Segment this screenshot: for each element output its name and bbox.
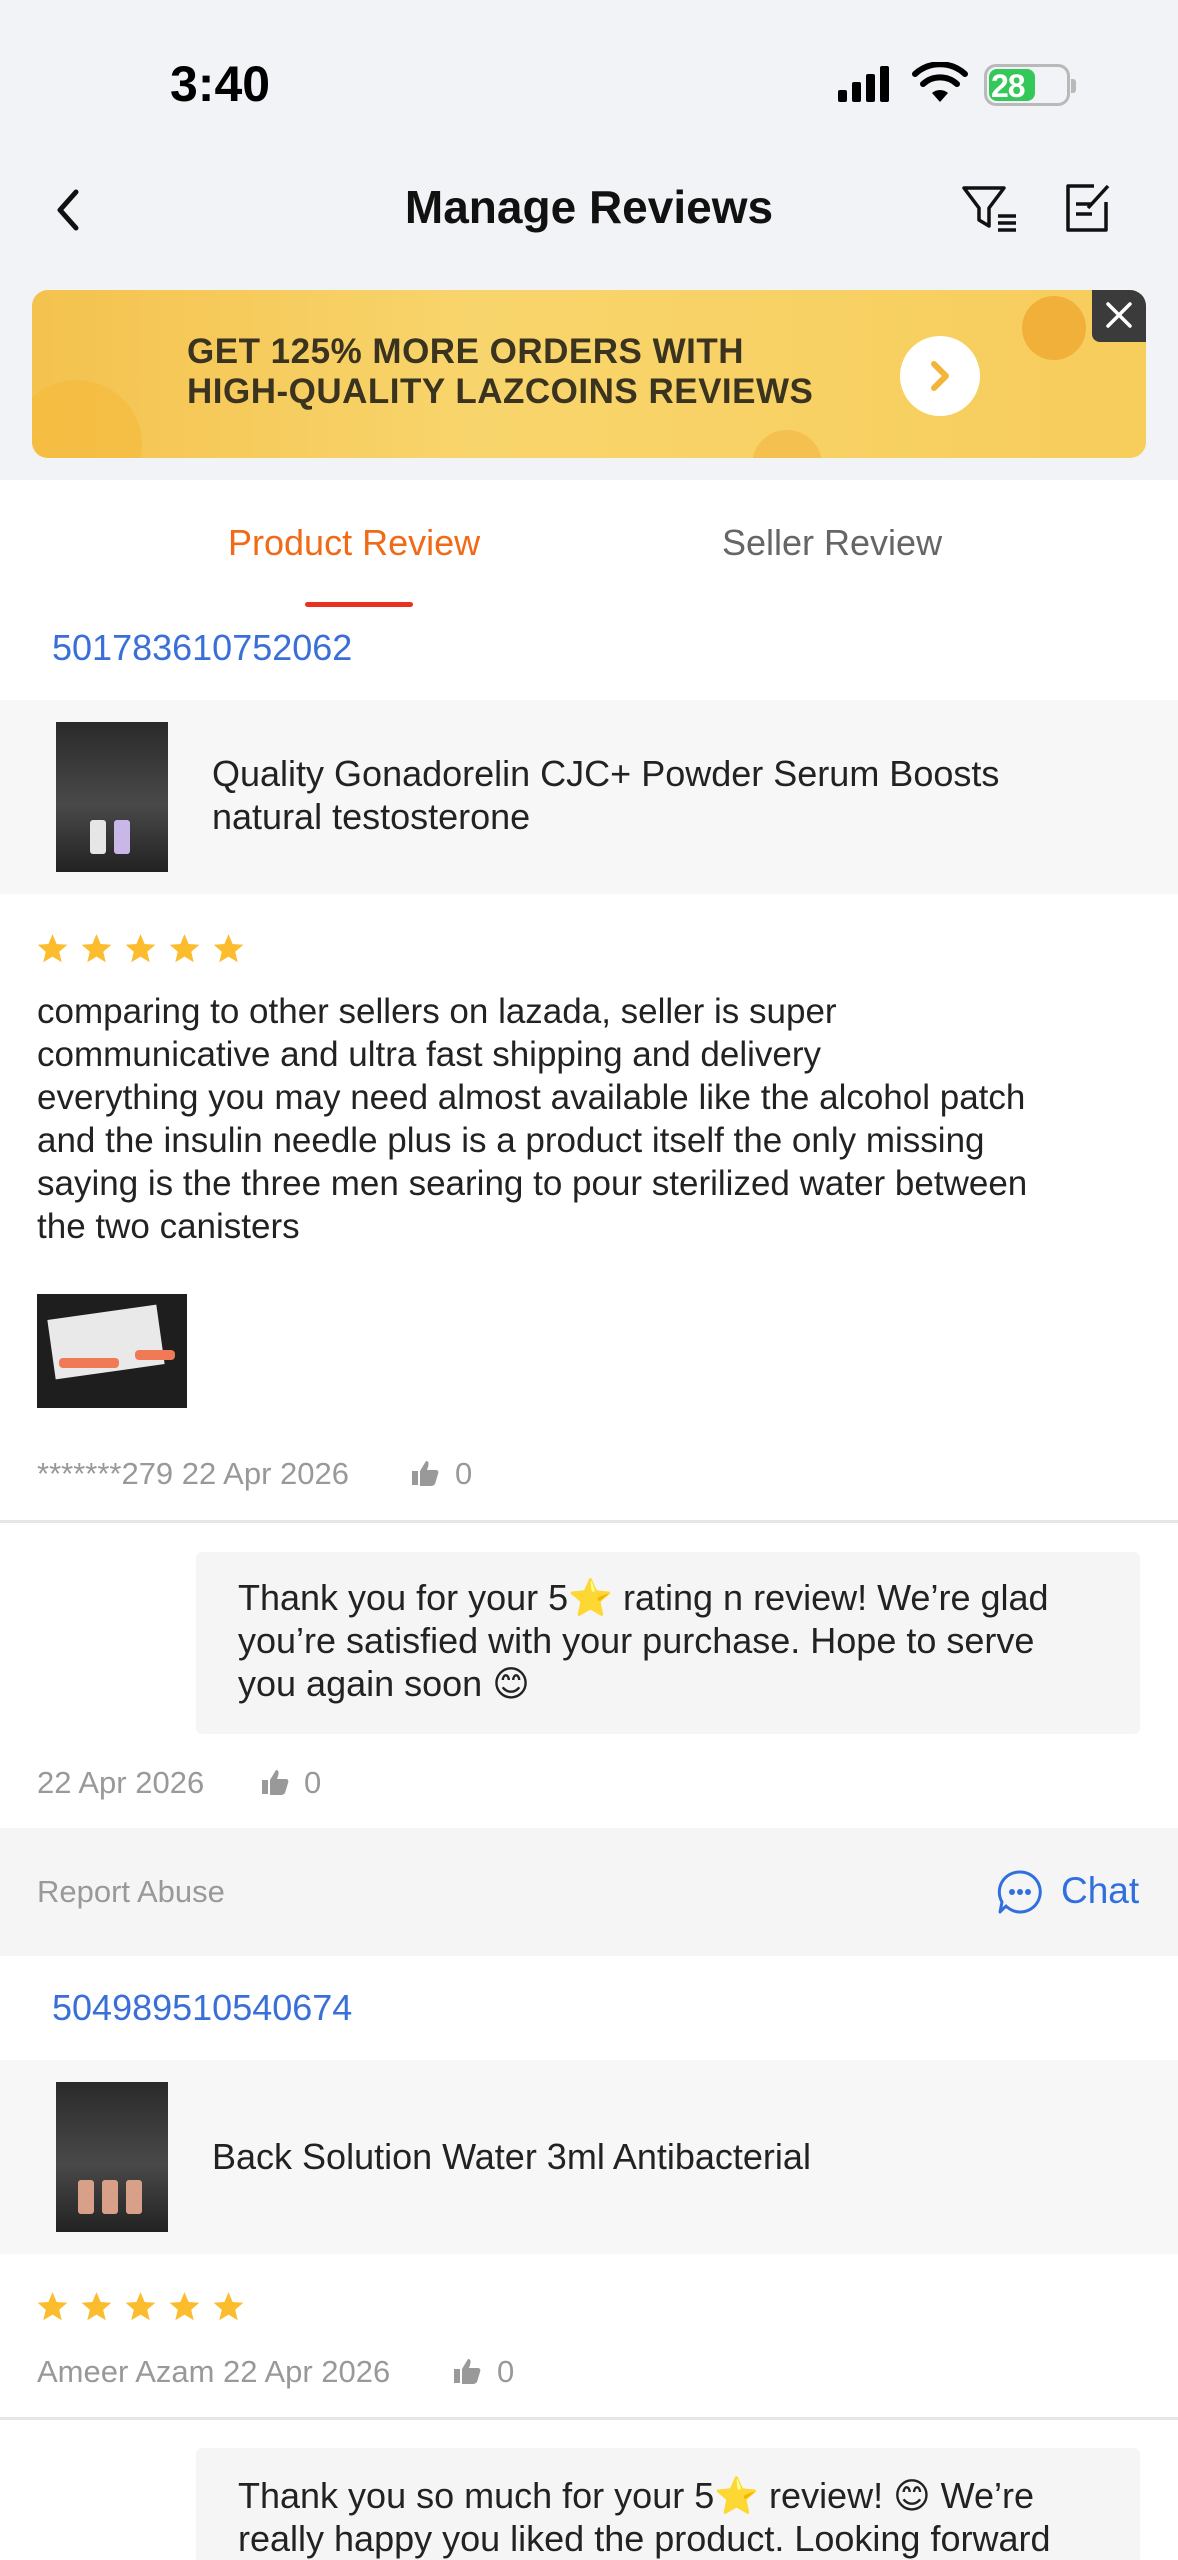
reply-text-line: Thank you for your 5⭐ rating n review! W… bbox=[238, 1577, 1049, 1618]
thumbs-up-icon[interactable] bbox=[260, 1767, 290, 1797]
edit-note-icon[interactable] bbox=[1060, 180, 1116, 236]
reply-text-line: Thank you so much for your 5⭐ review! 😊 … bbox=[238, 2475, 1034, 2516]
chat-button[interactable]: Chat bbox=[1061, 1870, 1139, 1912]
star-icon bbox=[125, 934, 156, 963]
filter-icon[interactable] bbox=[960, 180, 1020, 236]
product-row[interactable]: Quality Gonadorelin CJC+ Powder Serum Bo… bbox=[0, 700, 1178, 894]
tab-product-review[interactable]: Product Review bbox=[228, 522, 480, 564]
reply-date: 22 Apr 2026 bbox=[37, 1765, 205, 1800]
star-icon bbox=[125, 2292, 156, 2321]
star-icon bbox=[37, 934, 68, 963]
review-text-line: comparing to other sellers on lazada, se… bbox=[37, 992, 837, 1031]
reviewer-and-date: *******279 22 Apr 2026 bbox=[37, 1456, 349, 1491]
review-text-line: communicative and ultra fast shipping an… bbox=[37, 1035, 822, 1074]
wifi-icon bbox=[912, 62, 968, 102]
promo-banner[interactable]: GET 125% MORE ORDERS WITH HIGH-QUALITY L… bbox=[32, 290, 1146, 458]
order-id-link[interactable]: 504989510540674 bbox=[52, 1987, 352, 2029]
reply-text-line: you again soon 😊 bbox=[238, 1663, 530, 1704]
product-name-line-2: natural testosterone bbox=[212, 796, 531, 837]
product-thumbnail bbox=[56, 722, 168, 872]
coin-icon bbox=[1022, 296, 1086, 360]
chat-bubble-icon[interactable] bbox=[996, 1868, 1044, 1916]
product-name: Back Solution Water 3ml Antibacterial bbox=[212, 2136, 811, 2177]
thumbs-up-icon[interactable] bbox=[452, 2356, 482, 2386]
battery-level: 28 bbox=[991, 68, 1026, 104]
banner-close-button[interactable] bbox=[1092, 290, 1146, 342]
review-text-line: saying is the three men searing to pour … bbox=[37, 1164, 1028, 1203]
product-row[interactable]: Back Solution Water 3ml Antibacterial bbox=[0, 2060, 1178, 2254]
banner-headline-1: GET 125% MORE ORDERS WITH bbox=[187, 332, 745, 371]
cellular-signal-icon bbox=[838, 66, 889, 102]
review-text-line: the two canisters bbox=[37, 1207, 300, 1246]
star-icon bbox=[81, 934, 112, 963]
order-id-link[interactable]: 501783610752062 bbox=[52, 627, 352, 669]
review-text-line: and the insulin needle plus is a product… bbox=[37, 1121, 985, 1160]
review-text-line: everything you may need almost available… bbox=[37, 1078, 1026, 1117]
battery-icon: 28 bbox=[984, 64, 1076, 106]
header-area: 3:40 28 Manage Reviews GET 125% MORE ORD… bbox=[0, 0, 1178, 480]
star-rating bbox=[36, 932, 245, 965]
close-icon bbox=[1106, 302, 1132, 328]
chevron-right-icon bbox=[931, 361, 949, 391]
reply-like-count: 0 bbox=[304, 1765, 322, 1800]
like-count: 0 bbox=[455, 1456, 473, 1491]
like-count: 0 bbox=[497, 2354, 515, 2389]
star-icon bbox=[169, 934, 200, 963]
active-tab-indicator bbox=[305, 602, 413, 607]
reviewer-and-date: Ameer Azam 22 Apr 2026 bbox=[37, 2354, 391, 2389]
tab-seller-review[interactable]: Seller Review bbox=[722, 522, 942, 564]
divider bbox=[0, 2417, 1178, 2420]
report-abuse-link[interactable]: Report Abuse bbox=[37, 1874, 225, 1910]
review-text: comparing to other sellers on lazada, se… bbox=[37, 990, 1147, 1248]
product-name-line-1: Quality Gonadorelin CJC+ Powder Serum Bo… bbox=[212, 753, 1000, 794]
review-photo[interactable] bbox=[37, 1294, 187, 1408]
star-icon bbox=[37, 2292, 68, 2321]
banner-headline-2: HIGH-QUALITY LAZCOINS REVIEWS bbox=[187, 372, 814, 411]
thumbs-up-icon[interactable] bbox=[410, 1458, 440, 1488]
review-actions-bar: Report Abuse Chat bbox=[0, 1828, 1178, 1956]
star-icon bbox=[213, 2292, 244, 2321]
star-icon bbox=[213, 934, 244, 963]
star-rating bbox=[36, 2290, 245, 2323]
review-tabs: Product Review Seller Review bbox=[0, 480, 1178, 610]
status-time: 3:40 bbox=[170, 56, 271, 112]
banner-go-button[interactable] bbox=[900, 336, 980, 416]
divider bbox=[0, 1520, 1178, 1523]
seller-reply: Thank you so much for your 5⭐ review! 😊 … bbox=[196, 2448, 1140, 2560]
star-icon bbox=[169, 2292, 200, 2321]
reply-text-line: you’re satisfied with your purchase. Hop… bbox=[238, 1620, 1035, 1661]
seller-reply: Thank you for your 5⭐ rating n review! W… bbox=[196, 1552, 1140, 1734]
product-thumbnail bbox=[56, 2082, 168, 2232]
reply-text-line: really happy you liked the product. Look… bbox=[238, 2518, 1051, 2559]
star-icon bbox=[81, 2292, 112, 2321]
